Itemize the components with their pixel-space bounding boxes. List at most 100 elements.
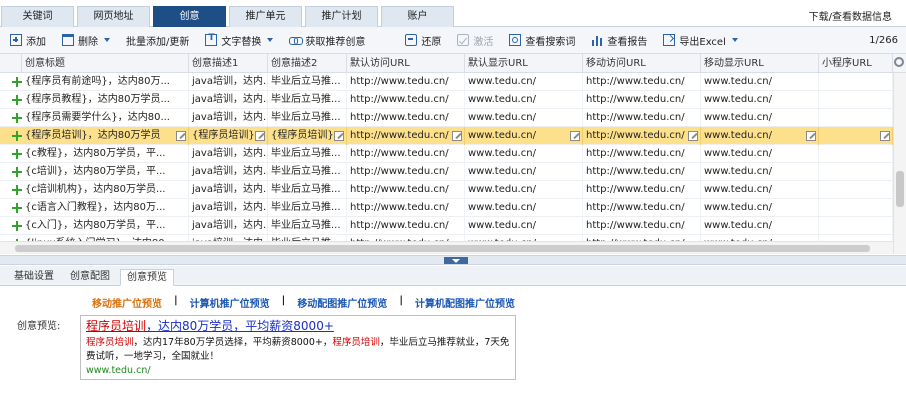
header-default-display-url[interactable]: 默认显示URL <box>465 54 583 73</box>
header-desc2[interactable]: 创意描述2 <box>268 54 347 73</box>
cell-default-display-url[interactable]: www.tedu.cn/ <box>465 217 583 235</box>
expand-plus-icon[interactable] <box>12 185 22 195</box>
cell-default-display-url[interactable]: www.tedu.cn/ <box>465 127 583 145</box>
preview-tab-computer-image[interactable]: 计算机配图推广位预览 <box>415 295 515 310</box>
edit-icon[interactable] <box>570 131 580 141</box>
tab-ad-unit[interactable]: 推广单元 <box>229 6 302 27</box>
expand-plus-icon[interactable] <box>12 149 22 159</box>
cell-desc2[interactable]: 毕业后立马推... <box>268 91 347 109</box>
ad-display-url[interactable]: www.tedu.cn/ <box>86 364 510 378</box>
add-button[interactable]: 添加 <box>0 27 52 54</box>
expand-plus-icon[interactable] <box>12 221 22 231</box>
cell-default-display-url[interactable]: www.tedu.cn/ <box>465 199 583 217</box>
export-excel-button[interactable]: 导出Excel <box>653 27 744 54</box>
edit-icon[interactable] <box>334 131 344 141</box>
scrollbar-thumb[interactable] <box>896 171 904 207</box>
cell-title[interactable]: {c教程}，达内80万学员，平... <box>22 145 189 163</box>
cell-miniprogram-url[interactable] <box>819 91 893 109</box>
delete-button[interactable]: 删除 <box>52 27 116 54</box>
cell-miniprogram-url[interactable] <box>819 109 893 127</box>
cell-mobile-url[interactable]: http://www.tedu.cn/ <box>583 163 701 181</box>
edit-icon[interactable] <box>255 131 265 141</box>
cell-default-display-url[interactable]: www.tedu.cn/ <box>465 163 583 181</box>
table-row[interactable]: {程序员培训}，达内80万学员 {程序员培训}， {程序员培训}， http://ww… <box>0 127 893 145</box>
table-row[interactable]: {c语言入门教程}，达内80万... java培训，达内... 毕业后立马推... h… <box>0 199 893 217</box>
cell-mobile-url[interactable]: http://www.tedu.cn/ <box>583 199 701 217</box>
cell-miniprogram-url[interactable] <box>819 181 893 199</box>
table-row[interactable]: {程序员有前途吗}，达内80万... java培训，达内... 毕业后立马推... h… <box>0 73 893 91</box>
cell-mobile-display-url[interactable]: www.tedu.cn/ <box>701 181 819 199</box>
preview-tab-mobile-image[interactable]: 移动配图推广位预览 <box>297 295 387 310</box>
cell-desc1[interactable]: java培训，达内... <box>189 181 268 199</box>
cell-default-url[interactable]: http://www.tedu.cn/ <box>347 199 465 217</box>
cell-mobile-url[interactable]: http://www.tedu.cn/ <box>583 217 701 235</box>
edit-icon[interactable] <box>176 131 186 141</box>
cell-title[interactable]: {c培训}，达内80万学员，平... <box>22 163 189 181</box>
report-button[interactable]: 查看报告 <box>581 27 653 54</box>
cell-mobile-url[interactable]: http://www.tedu.cn/ <box>583 181 701 199</box>
cell-desc1[interactable]: java培训，达内... <box>189 91 268 109</box>
edit-icon[interactable] <box>806 131 816 141</box>
horizontal-scrollbar-thumb[interactable] <box>15 245 870 252</box>
cell-desc2[interactable]: 毕业后立马推... <box>268 217 347 235</box>
cell-title[interactable]: {c培训机构}，达内80万学员... <box>22 181 189 199</box>
cell-desc2[interactable]: 毕业后立马推... <box>268 181 347 199</box>
cell-desc1[interactable]: java培训，达内... <box>189 163 268 181</box>
cell-mobile-display-url[interactable]: www.tedu.cn/ <box>701 145 819 163</box>
cell-desc2[interactable]: 毕业后立马推... <box>268 145 347 163</box>
cell-default-display-url[interactable]: www.tedu.cn/ <box>465 91 583 109</box>
header-mobile-display-url[interactable]: 移动显示URL <box>701 54 819 73</box>
table-row[interactable]: {c培训}，达内80万学员，平... java培训，达内... 毕业后立马推... h… <box>0 163 893 181</box>
cell-default-url[interactable]: http://www.tedu.cn/ <box>347 217 465 235</box>
expand-plus-icon[interactable] <box>12 167 22 177</box>
cell-desc2[interactable]: 毕业后立马推... <box>268 73 347 91</box>
horizontal-scrollbar[interactable] <box>0 241 893 254</box>
cell-mobile-url[interactable]: http://www.tedu.cn/ <box>583 109 701 127</box>
cell-default-url[interactable]: http://www.tedu.cn/ <box>347 181 465 199</box>
cell-miniprogram-url[interactable] <box>819 217 893 235</box>
cell-mobile-display-url[interactable]: www.tedu.cn/ <box>701 127 819 145</box>
gear-icon[interactable] <box>894 57 904 67</box>
cell-mobile-url[interactable]: http://www.tedu.cn/ <box>583 91 701 109</box>
expand-plus-icon[interactable] <box>12 95 22 105</box>
table-row[interactable]: {c入门}，达内80万学员，平... java培训，达内... 毕业后立马推... h… <box>0 217 893 235</box>
cell-default-url[interactable]: http://www.tedu.cn/ <box>347 145 465 163</box>
cell-default-display-url[interactable]: www.tedu.cn/ <box>465 73 583 91</box>
cell-mobile-display-url[interactable]: www.tedu.cn/ <box>701 91 819 109</box>
cell-title[interactable]: {程序员需要学什么}，达内80... <box>22 109 189 127</box>
cell-default-display-url[interactable]: www.tedu.cn/ <box>465 109 583 127</box>
cell-mobile-display-url[interactable]: www.tedu.cn/ <box>701 217 819 235</box>
cell-mobile-display-url[interactable]: www.tedu.cn/ <box>701 109 819 127</box>
expand-plus-icon[interactable] <box>12 131 22 141</box>
recommend-creative-button[interactable]: 获取推荐创意 <box>279 27 371 54</box>
cell-mobile-url[interactable]: http://www.tedu.cn/ <box>583 127 701 145</box>
cell-desc1[interactable]: java培训，达内... <box>189 73 268 91</box>
header-default-url[interactable]: 默认访问URL <box>347 54 465 73</box>
expand-plus-icon[interactable] <box>12 113 22 123</box>
edit-icon[interactable] <box>688 131 698 141</box>
tab-keywords[interactable]: 关键词 <box>1 6 74 27</box>
cell-title[interactable]: {程序员有前途吗}，达内80万... <box>22 73 189 91</box>
cell-default-display-url[interactable]: www.tedu.cn/ <box>465 145 583 163</box>
cell-title[interactable]: {程序员教程}，达内80万学员... <box>22 91 189 109</box>
table-row[interactable]: {c培训机构}，达内80万学员... java培训，达内... 毕业后立马推... h… <box>0 181 893 199</box>
cell-desc1[interactable]: java培训，达内... <box>189 217 268 235</box>
tab-creative[interactable]: 创意 <box>153 6 226 27</box>
cell-desc1[interactable]: java培训，达内... <box>189 199 268 217</box>
tab-creative-preview[interactable]: 创意预览 <box>120 269 174 286</box>
tab-campaign[interactable]: 推广计划 <box>305 6 378 27</box>
collapse-toggle[interactable] <box>444 257 468 264</box>
vertical-scrollbar[interactable] <box>893 73 906 254</box>
cell-title[interactable]: {c语言入门教程}，达内80万... <box>22 199 189 217</box>
panel-splitter[interactable] <box>0 255 906 265</box>
cell-desc1[interactable]: java培训，达内... <box>189 145 268 163</box>
search-terms-button[interactable]: 查看搜索词 <box>499 27 581 54</box>
download-data-link[interactable]: 下载/查看数据信息 <box>809 8 892 23</box>
cell-title[interactable]: {程序员培训}，达内80万学员 <box>22 127 189 145</box>
cell-mobile-display-url[interactable]: www.tedu.cn/ <box>701 73 819 91</box>
cell-desc2[interactable]: 毕业后立马推... <box>268 199 347 217</box>
table-row[interactable]: {c教程}，达内80万学员，平... java培训，达内... 毕业后立马推... h… <box>0 145 893 163</box>
cell-miniprogram-url[interactable] <box>819 163 893 181</box>
edit-icon[interactable] <box>452 131 462 141</box>
restore-button[interactable]: 还原 <box>395 27 447 54</box>
